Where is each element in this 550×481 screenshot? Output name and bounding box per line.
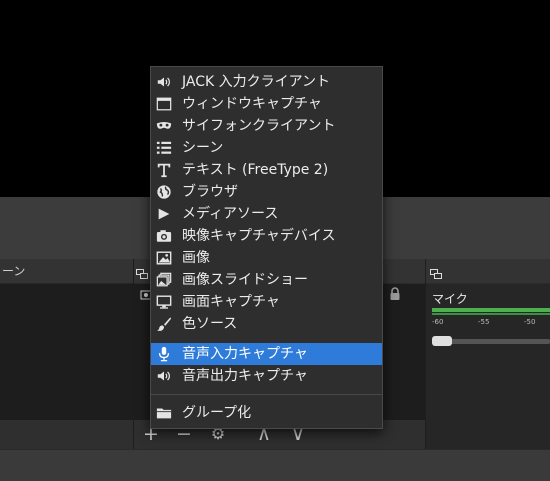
play-icon [155,205,173,223]
add-source-menu: JACK 入力クライアント ウィンドウキャプチャ サイフォンクライアント シーン… [150,66,383,429]
meter-tick: -50 [524,318,536,326]
image-icon [155,249,173,267]
menu-item-text-freetype[interactable]: テキスト (FreeType 2) [151,159,382,181]
menu-item-browser[interactable]: ブラウザ [151,181,382,203]
menu-item-label: ブラウザ [182,184,238,200]
scenes-list[interactable] [0,284,133,420]
menu-item-group[interactable]: グループ化 [151,402,382,424]
scenes-dock-title: ーン [2,264,26,278]
menu-item-media-source[interactable]: メディアソース [151,203,382,225]
menu-item-label: 音声入力キャプチャ [182,346,308,362]
menu-item-label: 画像スライドショー [182,272,308,288]
menu-item-label: 画面キャプチャ [182,294,280,310]
menu-item-label: 画像 [182,250,210,266]
menu-item-image-slideshow[interactable]: 画像スライドショー [151,269,382,291]
menu-item-label: 映像キャプチャデバイス [182,228,336,244]
speaker-icon [155,73,173,91]
globe-icon [155,183,173,201]
text-icon [155,161,173,179]
scenes-dock-header: ーン [0,259,133,284]
scenes-toolbar [0,420,133,449]
menu-item-jack-input[interactable]: JACK 入力クライアント [151,71,382,93]
menu-item-syphon-client[interactable]: サイフォンクライアント [151,115,382,137]
menu-item-label: ウィンドウキャプチャ [182,96,322,112]
menu-item-label: サイフォンクライアント [182,118,336,134]
menu-item-label: グループ化 [182,405,252,421]
menu-item-color-source[interactable]: 色ソース [151,313,382,335]
brush-icon [155,315,173,333]
menu-item-image[interactable]: 画像 [151,247,382,269]
audio-level-meter [432,308,550,312]
volume-slider-handle[interactable] [432,336,452,346]
float-dock-icon[interactable] [430,264,442,283]
meter-tick: -55 [478,318,490,326]
mixer-channel-label: マイク [432,292,468,306]
list-icon [155,139,173,157]
menu-item-label: メディアソース [182,206,279,222]
menu-separator [151,394,382,395]
camera-icon [155,227,173,245]
menu-item-label: 色ソース [182,316,238,332]
menu-item-label: シーン [182,140,224,156]
menu-item-video-capture-device[interactable]: 映像キャプチャデバイス [151,225,382,247]
menu-item-window-capture[interactable]: ウィンドウキャプチャ [151,93,382,115]
menu-item-label: JACK 入力クライアント [182,74,331,90]
microphone-icon [155,345,173,363]
folder-icon [155,404,173,422]
speaker-icon [155,367,173,385]
menu-item-audio-output-capture[interactable]: 音声出力キャプチャ [151,365,382,387]
audio-level-meter-peak [432,313,550,315]
menu-item-label: テキスト (FreeType 2) [182,162,329,178]
audio-mixer-header [426,259,550,283]
menu-item-audio-input-capture[interactable]: 音声入力キャプチャ [151,343,382,365]
menu-item-scene[interactable]: シーン [151,137,382,159]
window-icon [155,95,173,113]
float-dock-icon[interactable] [136,264,148,283]
monitor-icon [155,293,173,311]
slideshow-icon [155,271,173,289]
menu-item-display-capture[interactable]: 画面キャプチャ [151,291,382,313]
lock-icon[interactable] [388,286,402,300]
menu-item-label: 音声出力キャプチャ [182,368,308,384]
status-bar [0,449,550,481]
meter-tick: -60 [432,318,444,326]
mask-icon [155,117,173,135]
